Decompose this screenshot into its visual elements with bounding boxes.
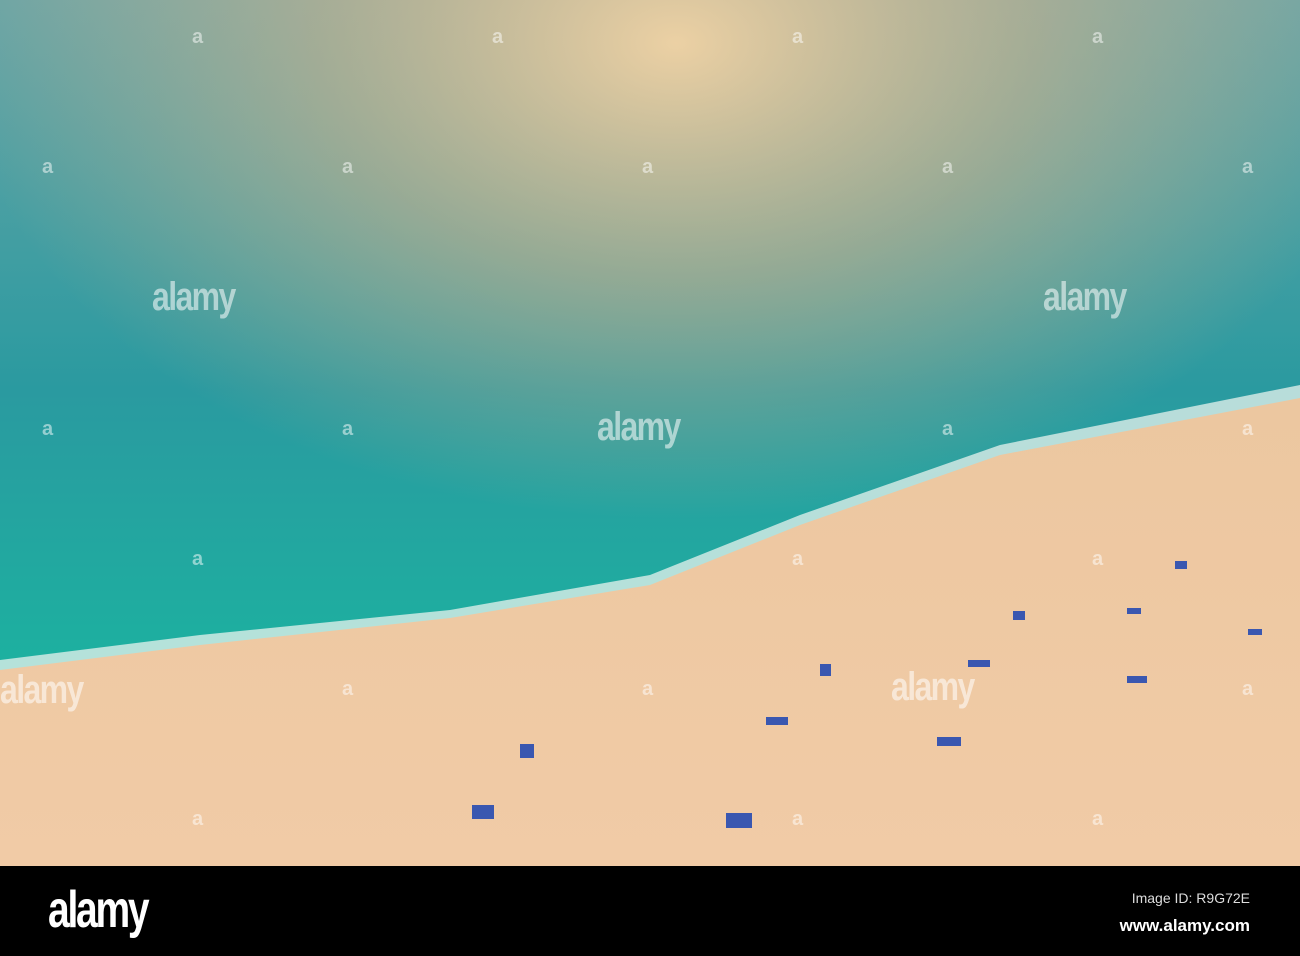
image-id: Image ID: R9G72E bbox=[1131, 890, 1250, 906]
website-link[interactable]: www.alamy.com bbox=[1120, 916, 1250, 936]
watermark-mark: a bbox=[342, 678, 354, 700]
watermark-mark: a bbox=[642, 678, 654, 700]
watermark-mark: a bbox=[792, 808, 804, 830]
watermark-mark: a bbox=[1242, 156, 1254, 178]
watermark-mark: a bbox=[1242, 678, 1254, 700]
watermark-mark: a bbox=[192, 548, 204, 570]
watermark-mark: a bbox=[942, 418, 954, 440]
watermark-mark: a bbox=[342, 418, 354, 440]
watermark-mark: a bbox=[1242, 418, 1254, 440]
watermark-mark: a bbox=[792, 548, 804, 570]
watermark-mark: a bbox=[42, 418, 54, 440]
watermark: alamy bbox=[152, 275, 236, 319]
watermark: alamy bbox=[891, 665, 975, 709]
watermark-mark: a bbox=[792, 26, 804, 48]
watermark-mark: a bbox=[1092, 808, 1104, 830]
watermark-mark: a bbox=[1092, 26, 1104, 48]
watermark-mark: a bbox=[192, 808, 204, 830]
watermark-mark: a bbox=[642, 156, 654, 178]
watermark-mark: a bbox=[192, 26, 204, 48]
watermark-mark: a bbox=[42, 156, 54, 178]
watermark-mark: a bbox=[492, 26, 504, 48]
watermark: alamy bbox=[0, 668, 84, 712]
watermark: alamy bbox=[597, 405, 681, 449]
watermark-mark: a bbox=[942, 156, 954, 178]
watermark: alamy bbox=[1043, 275, 1127, 319]
footer-bar: alamy Image ID: R9G72E www.alamy.com bbox=[0, 866, 1300, 956]
watermark-mark: a bbox=[1092, 548, 1104, 570]
watermark-mark: a bbox=[342, 156, 354, 178]
alamy-logo: alamy bbox=[48, 881, 150, 939]
